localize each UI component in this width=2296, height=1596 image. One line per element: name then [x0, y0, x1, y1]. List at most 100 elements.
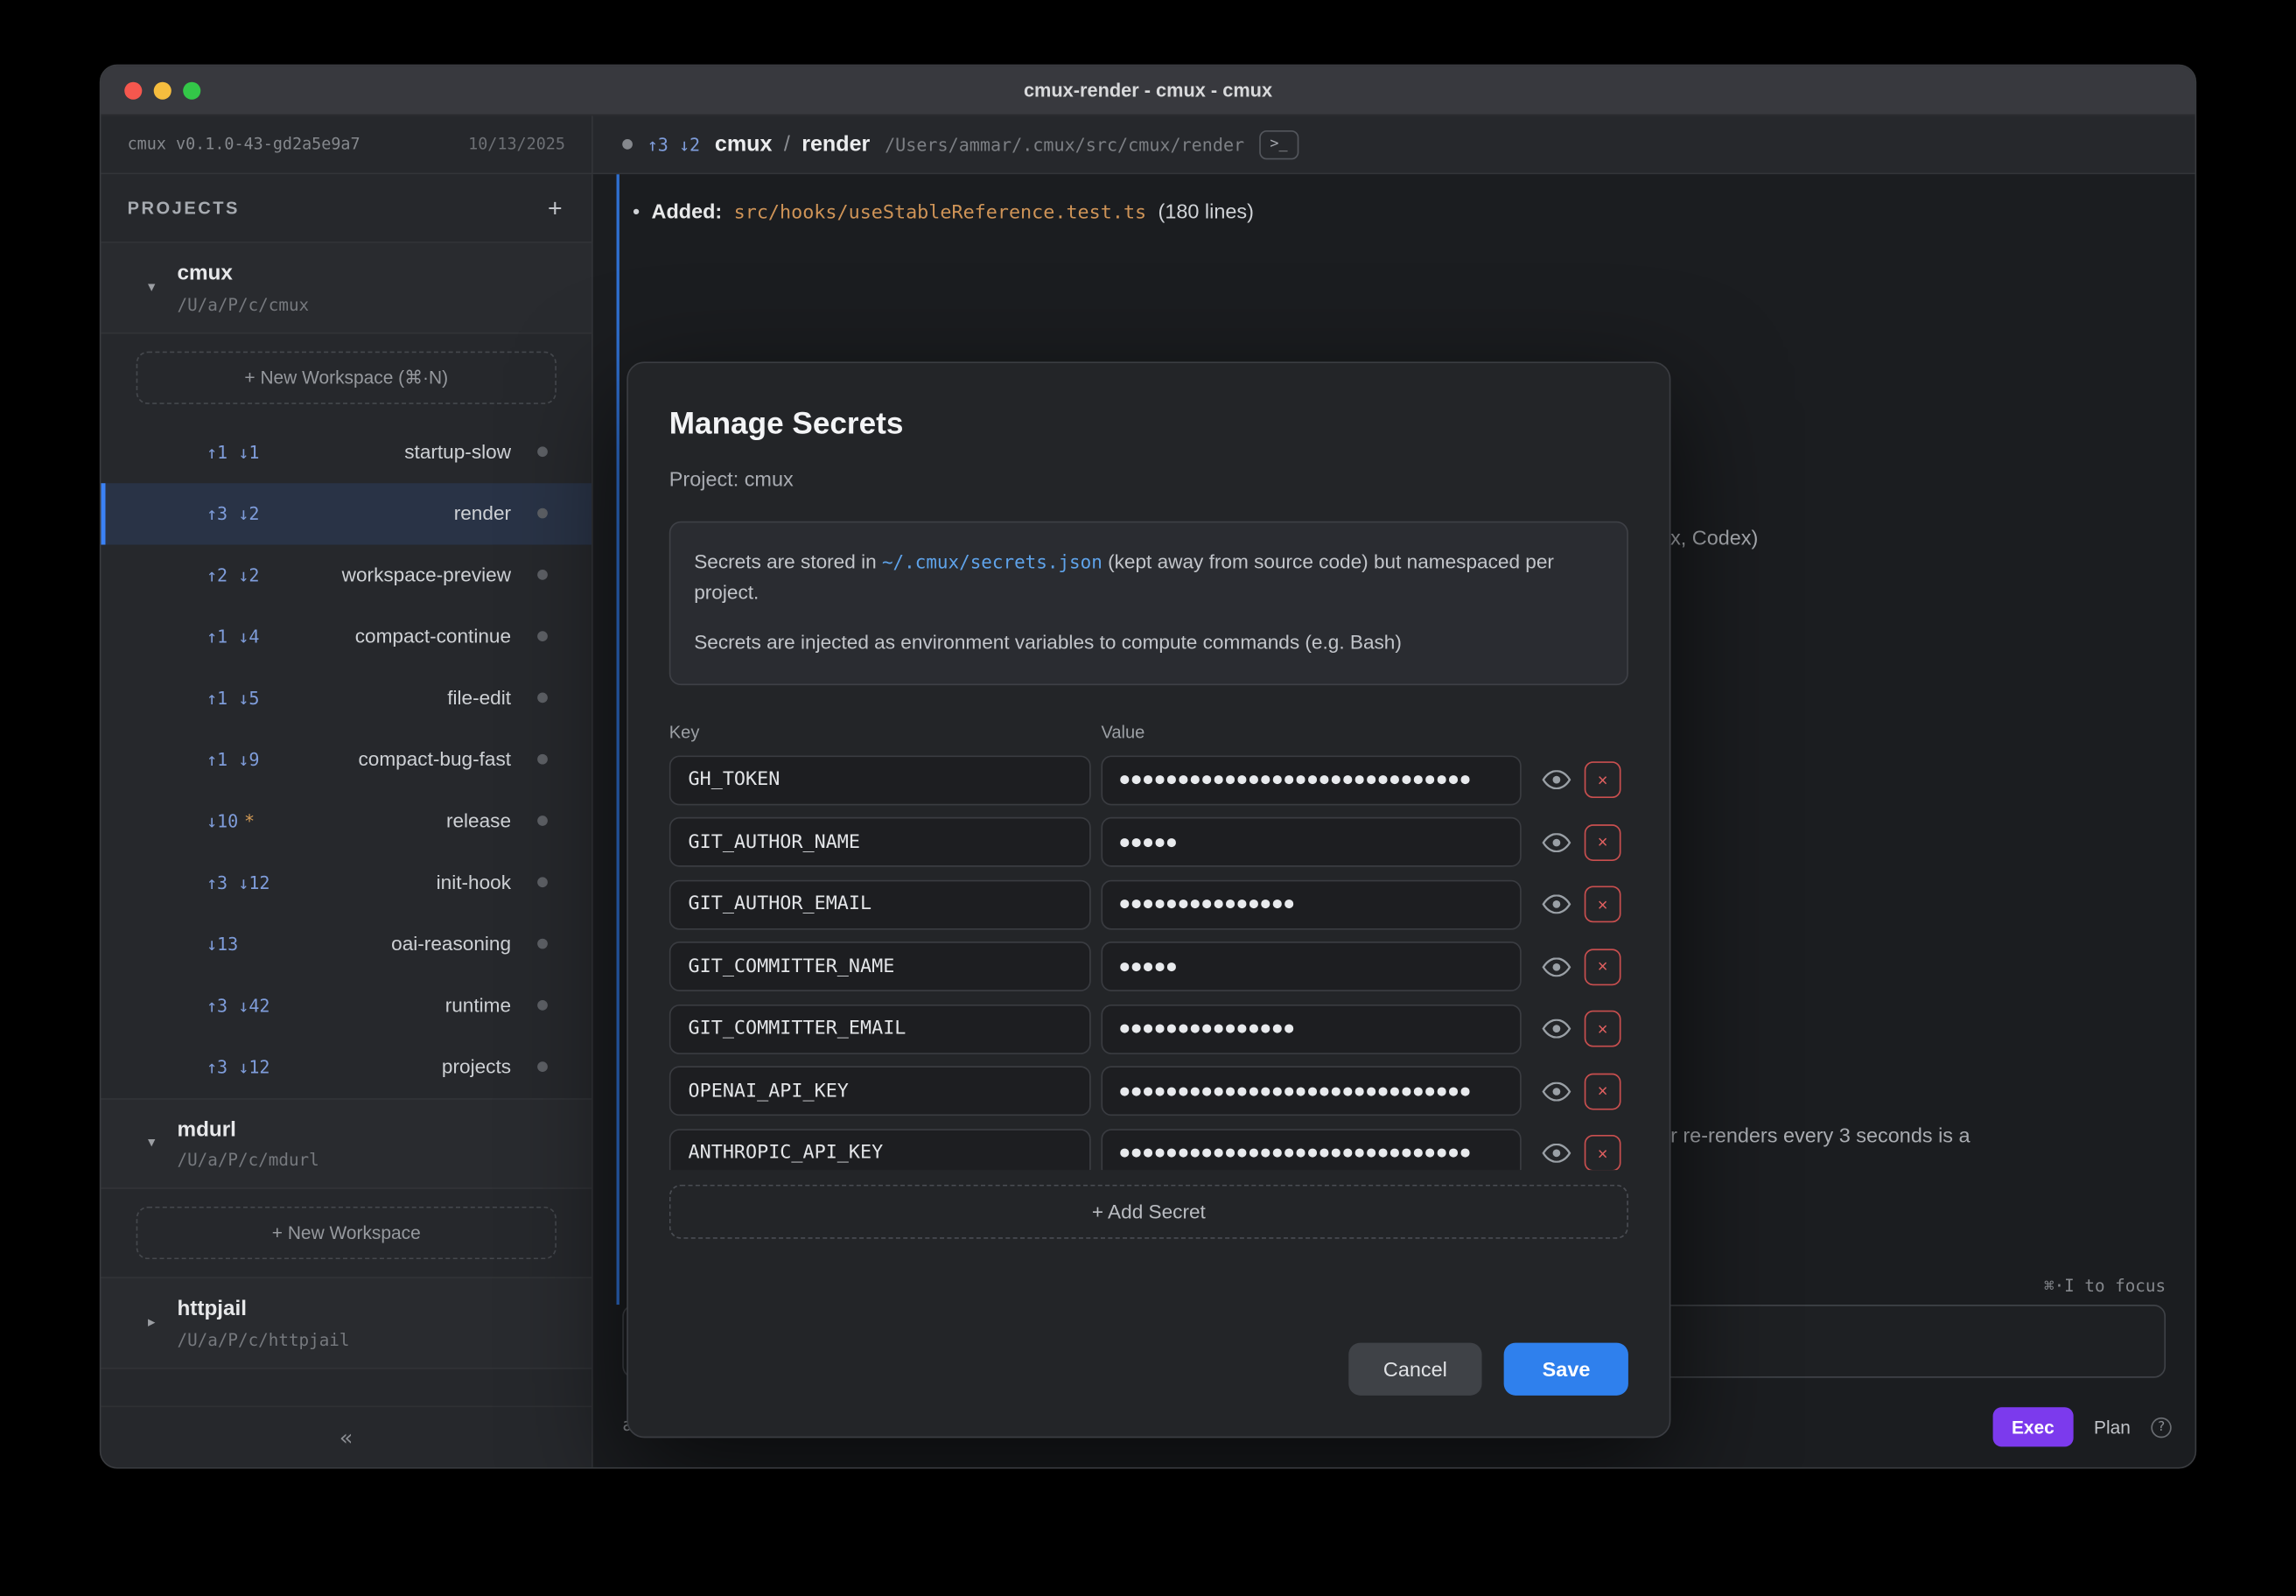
workspace-git-counts: ↑3 ↓2 — [206, 503, 259, 523]
reveal-secret-button[interactable] — [1540, 951, 1572, 984]
sidebar-project-httpjail[interactable]: ▸ httpjail /U/a/P/c/httpjail — [101, 1277, 592, 1368]
new-workspace-button[interactable]: + New Workspace — [136, 1207, 556, 1259]
app-window: cmux-render - cmux - cmux cmux v0.1.0-43… — [100, 65, 2196, 1469]
reveal-secret-button[interactable] — [1540, 764, 1572, 796]
chevron-right-icon[interactable]: ▸ — [148, 1315, 163, 1331]
sidebar-item-workspace[interactable]: ↑1 ↓1 startup-slow — [101, 421, 592, 482]
sidebar-footer: « — [101, 1406, 592, 1467]
sidebar-item-workspace[interactable]: ↑2 ↓2 workspace-preview — [101, 544, 592, 606]
workspace-status-dot — [537, 508, 548, 519]
workspace-status-dot — [537, 878, 548, 888]
plan-mode-button[interactable]: Plan — [2094, 1417, 2131, 1437]
workspace-name: projects — [276, 1056, 511, 1078]
reveal-secret-button[interactable] — [1540, 1013, 1572, 1046]
secret-value-field[interactable]: ●●●●●●●●●●●●●●●●●●●●●●●●●●●●●● — [1101, 755, 1521, 805]
bullet-icon: • — [633, 200, 640, 223]
projects-header: PROJECTS + — [101, 174, 592, 242]
delete-secret-button[interactable]: × — [1585, 1135, 1621, 1169]
sidebar-item-workspace[interactable]: ↑3 ↓42 runtime — [101, 975, 592, 1036]
sidebar-item-workspace[interactable]: ↑3 ↓12 projects — [101, 1036, 592, 1097]
active-pane-accent — [617, 174, 620, 1305]
workspace-dirty-star: * — [244, 810, 255, 830]
workspace-status-dot — [537, 693, 548, 704]
help-icon[interactable]: ? — [2151, 1417, 2171, 1437]
open-terminal-button[interactable]: >_ — [1259, 130, 1298, 158]
eye-icon — [1542, 1144, 1571, 1163]
secret-value-field[interactable]: ●●●●●●●●●●●●●●●●●●●●●●●●●●●●●● — [1101, 1067, 1521, 1116]
title-bar: cmux-render - cmux - cmux — [101, 66, 2194, 116]
reveal-secret-button[interactable] — [1540, 1075, 1572, 1108]
delete-secret-button[interactable]: × — [1585, 824, 1621, 861]
workspace-git-counts: ↓13 — [206, 934, 238, 954]
sidebar-item-workspace[interactable]: ↑1 ↓4 compact-continue — [101, 606, 592, 667]
add-project-button[interactable]: + — [545, 195, 565, 220]
chevron-down-icon[interactable]: ▾ — [148, 1136, 163, 1152]
workspace-name: compact-bug-fast — [265, 748, 511, 770]
sidebar-item-workspace[interactable]: ↑3 ↓12 init-hook — [101, 851, 592, 913]
secret-value-field[interactable]: ●●●●● — [1101, 817, 1521, 867]
minimize-window-button[interactable] — [154, 81, 172, 99]
chevron-down-icon[interactable]: ▾ — [148, 279, 163, 295]
secret-value-field[interactable]: ●●●●●●●●●●●●●●● — [1101, 1004, 1521, 1054]
delete-secret-button[interactable]: × — [1585, 886, 1621, 923]
sidebar-project-mdurl[interactable]: ▾ mdurl /U/a/P/c/mdurl — [101, 1097, 592, 1189]
secret-row: GH_TOKEN ●●●●●●●●●●●●●●●●●●●●●●●●●●●●●● … — [669, 755, 1628, 805]
workspace-name: file-edit — [265, 687, 511, 709]
added-file-path[interactable]: src/hooks/useStableReference.test.ts — [734, 202, 1147, 224]
modal-project-label: Project: cmux — [669, 467, 1628, 491]
info-text: Secrets are stored in — [694, 550, 882, 572]
sidebar-item-workspace[interactable]: ↓10* release — [101, 790, 592, 851]
collapse-sidebar-button[interactable]: « — [331, 1423, 361, 1452]
secret-key-field[interactable]: OPENAI_API_KEY — [669, 1067, 1091, 1116]
key-column-label: Key — [669, 722, 1102, 742]
save-button[interactable]: Save — [1504, 1343, 1628, 1396]
workspace-status-dot — [537, 1000, 548, 1011]
workspace-git-counts: ↓10 — [206, 810, 238, 830]
manage-secrets-modal: Manage Secrets Project: cmux Secrets are… — [626, 361, 1670, 1438]
close-window-button[interactable] — [124, 81, 142, 99]
delete-secret-button[interactable]: × — [1585, 1073, 1621, 1110]
workspace-git-counts: ↑1 ↓4 — [206, 626, 259, 647]
projects-title: PROJECTS — [128, 198, 240, 218]
reveal-secret-button[interactable] — [1540, 1138, 1572, 1170]
sidebar-item-workspace[interactable]: ↓13 oai-reasoning — [101, 914, 592, 975]
secret-key-field[interactable]: GIT_AUTHOR_NAME — [669, 817, 1091, 867]
project-path: /U/a/P/c/httpjail — [177, 1329, 349, 1349]
workspace-git-counts: ↑1 ↓9 — [206, 749, 259, 769]
add-secret-button[interactable]: + Add Secret — [669, 1184, 1628, 1238]
breadcrumb-project[interactable]: cmux — [715, 132, 773, 157]
workspace-name: render — [265, 502, 511, 524]
eye-icon — [1542, 1019, 1571, 1039]
secret-key-field[interactable]: GH_TOKEN — [669, 755, 1091, 805]
secret-value-field[interactable]: ●●●●● — [1101, 942, 1521, 991]
secret-value-field[interactable]: ●●●●●●●●●●●●●●●●●●●●●●●●●●●●●● — [1101, 1129, 1521, 1170]
sidebar-item-workspace[interactable]: ↑1 ↓9 compact-bug-fast — [101, 729, 592, 790]
secret-key-field[interactable]: GIT_COMMITTER_NAME — [669, 942, 1091, 991]
sidebar-item-workspace-selected[interactable]: ↑3 ↓2 render — [101, 483, 592, 544]
secret-row: ANTHROPIC_API_KEY ●●●●●●●●●●●●●●●●●●●●●●… — [669, 1129, 1628, 1170]
app-version: cmux v0.1.0-43-gd2a5e9a7 — [128, 135, 360, 154]
reveal-secret-button[interactable] — [1540, 826, 1572, 858]
zoom-window-button[interactable] — [183, 81, 200, 99]
sidebar: PROJECTS + ▾ cmux /U/a/P/c/cmux + New Wo… — [101, 174, 592, 1467]
workspace-git-counts: ↑1 ↓1 — [206, 442, 259, 462]
workspace-name: workspace-preview — [265, 564, 511, 585]
reveal-secret-button[interactable] — [1540, 888, 1572, 920]
secret-key-field[interactable]: GIT_AUTHOR_EMAIL — [669, 879, 1091, 929]
cancel-button[interactable]: Cancel — [1348, 1343, 1482, 1396]
secret-value-field[interactable]: ●●●●●●●●●●●●●●● — [1101, 879, 1521, 929]
secret-key-field[interactable]: GIT_COMMITTER_EMAIL — [669, 1004, 1091, 1054]
delete-secret-button[interactable]: × — [1585, 1011, 1621, 1047]
workspace-name: compact-continue — [265, 626, 511, 648]
breadcrumb-workspace[interactable]: render — [802, 132, 870, 157]
sidebar-project-cmux[interactable]: ▾ cmux /U/a/P/c/cmux — [101, 242, 592, 333]
secret-key-field[interactable]: ANTHROPIC_API_KEY — [669, 1129, 1091, 1170]
new-workspace-button[interactable]: + New Workspace (⌘·N) — [136, 351, 556, 403]
sidebar-item-workspace[interactable]: ↑1 ↓5 file-edit — [101, 667, 592, 728]
delete-secret-button[interactable]: × — [1585, 948, 1621, 985]
workspace-status-dot — [537, 816, 548, 826]
delete-secret-button[interactable]: × — [1585, 762, 1621, 799]
added-label: Added: — [652, 200, 723, 223]
exec-mode-button[interactable]: Exec — [1992, 1407, 2073, 1446]
build-date: 10/13/2025 — [468, 135, 565, 154]
